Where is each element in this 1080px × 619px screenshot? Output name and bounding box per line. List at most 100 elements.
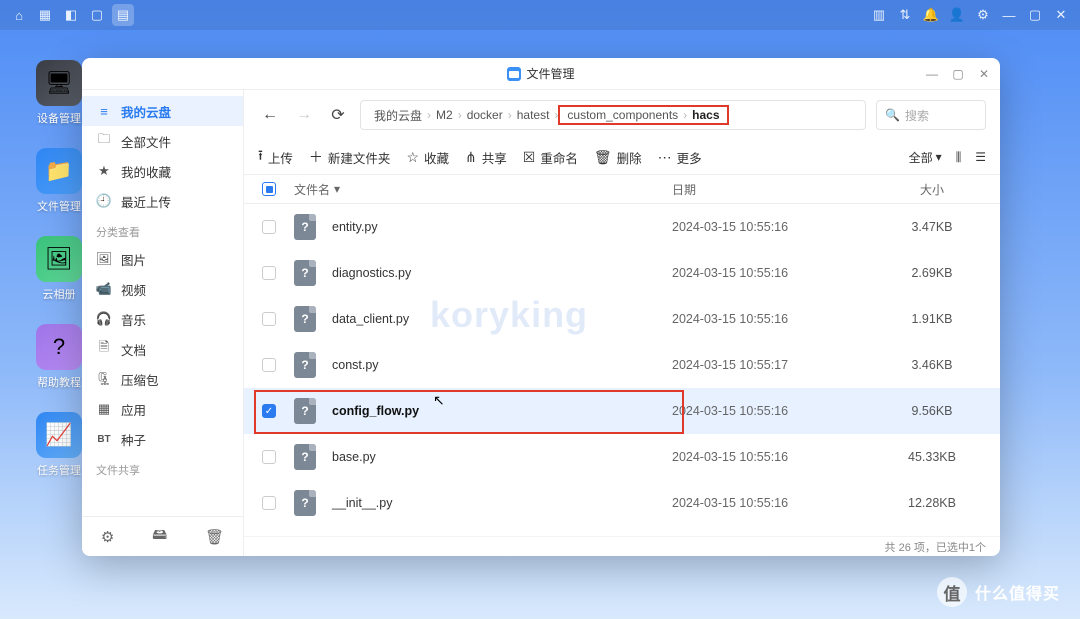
- sidebar-icon: 🕘: [96, 193, 112, 209]
- file-icon: ?: [294, 352, 326, 378]
- search-icon: 🔍: [885, 108, 900, 122]
- desktop-icon-文件管理[interactable]: 📁文件管理: [34, 148, 84, 214]
- row-checkbox[interactable]: [262, 312, 276, 326]
- tb-grid-icon[interactable]: ▥: [868, 4, 890, 26]
- win-minimize-icon[interactable]: —: [924, 66, 940, 82]
- sort-icon[interactable]: ⫼: [956, 150, 962, 165]
- file-row[interactable]: ? base.py 2024-03-15 10:55:16 45.33KB: [244, 434, 1000, 480]
- file-name: entity.py: [326, 220, 672, 234]
- file-size: 12.28KB: [882, 496, 982, 510]
- more-button[interactable]: ⋯更多: [658, 145, 702, 169]
- rename-button[interactable]: ☒重命名: [523, 145, 578, 169]
- tb-close-icon[interactable]: ✕: [1050, 4, 1072, 26]
- file-name: __init__.py: [326, 496, 672, 510]
- row-checkbox[interactable]: [262, 220, 276, 234]
- search-input[interactable]: 🔍 搜索: [876, 100, 986, 130]
- tb-minimize-icon[interactable]: —: [998, 4, 1020, 26]
- tb-settings-icon[interactable]: ⚙: [972, 4, 994, 26]
- filter-dropdown[interactable]: 全部▾: [909, 149, 942, 166]
- sidebar-cat-图片[interactable]: 🖼图片: [82, 244, 243, 274]
- row-checkbox[interactable]: ✓: [262, 404, 276, 418]
- sidebar-item-全部文件[interactable]: 🗀全部文件: [82, 126, 243, 156]
- sort-indicator-icon: ▾: [334, 182, 340, 196]
- sidebar: ≡我的云盘🗀全部文件★我的收藏🕘最近上传分类查看🖼图片📹视频🎧音乐🗎文档🗜压缩包…: [82, 90, 244, 556]
- sidebar-cat-压缩包[interactable]: 🗜压缩包: [82, 364, 243, 394]
- win-maximize-icon[interactable]: ▢: [950, 66, 966, 82]
- nav-forward-icon[interactable]: →: [292, 103, 316, 127]
- file-name: const.py: [326, 358, 672, 372]
- tb-home-icon[interactable]: ⌂: [8, 4, 30, 26]
- tb-app1-icon[interactable]: ◧: [60, 4, 82, 26]
- delete-button[interactable]: 🗑删除: [594, 145, 642, 169]
- window-title: 文件管理: [526, 65, 574, 82]
- tb-bell-icon[interactable]: 🔔: [920, 4, 942, 26]
- file-row[interactable]: ? const.py 2024-03-15 10:55:17 3.46KB: [244, 342, 1000, 388]
- row-checkbox[interactable]: [262, 496, 276, 510]
- chevron-right-icon: ›: [456, 108, 464, 122]
- file-row[interactable]: ? entity.py 2024-03-15 10:55:16 3.47KB: [244, 204, 1000, 250]
- sidebar-cat-音乐[interactable]: 🎧音乐: [82, 304, 243, 334]
- file-icon: ?: [294, 214, 326, 240]
- select-all-checkbox[interactable]: [262, 182, 276, 196]
- table-header: 文件名▾ 日期 大小: [244, 174, 1000, 204]
- sidebar-item-最近上传[interactable]: 🕘最近上传: [82, 186, 243, 216]
- column-name[interactable]: 文件名▾: [294, 181, 672, 198]
- file-icon: ?: [294, 444, 326, 470]
- row-checkbox[interactable]: [262, 266, 276, 280]
- trash-icon[interactable]: 🗑: [205, 528, 224, 546]
- chevron-right-icon: ›: [681, 108, 689, 122]
- sidebar-cat-种子[interactable]: BT种子: [82, 424, 243, 454]
- tb-filemanager-icon[interactable]: ▤: [112, 4, 134, 26]
- file-date: 2024-03-15 10:55:16: [672, 312, 882, 326]
- main-panel: ← → ⟳ 我的云盘›M2›docker›hatest›custom_compo…: [244, 90, 1000, 556]
- sidebar-item-我的收藏[interactable]: ★我的收藏: [82, 156, 243, 186]
- tb-apps-icon[interactable]: ▦: [34, 4, 56, 26]
- file-row[interactable]: ? data_client.py 2024-03-15 10:55:16 1.9…: [244, 296, 1000, 342]
- upload-button[interactable]: ⭱上传: [258, 145, 293, 169]
- tb-app2-icon[interactable]: ▢: [86, 4, 108, 26]
- desktop-icon-设备管理[interactable]: 🖥设备管理: [34, 60, 84, 126]
- row-checkbox[interactable]: [262, 450, 276, 464]
- settings-icon[interactable]: ⚙: [101, 528, 114, 546]
- breadcrumb-part[interactable]: hacs: [689, 108, 722, 122]
- file-date: 2024-03-15 10:55:16: [672, 220, 882, 234]
- file-row[interactable]: ✓ ? config_flow.py 2024-03-15 10:55:16 9…: [244, 388, 1000, 434]
- sidebar-item-我的云盘[interactable]: ≡我的云盘: [82, 96, 243, 126]
- favorite-button[interactable]: ☆收藏: [406, 145, 449, 169]
- new-folder-button[interactable]: ＋新建文件夹: [309, 145, 391, 169]
- file-date: 2024-03-15 10:55:16: [672, 496, 882, 510]
- sidebar-bottom-actions: ⚙ 🖴 🗑: [82, 516, 243, 556]
- star-icon: ☆: [406, 149, 419, 166]
- column-size[interactable]: 大小: [882, 181, 982, 198]
- row-checkbox[interactable]: [262, 358, 276, 372]
- file-manager-window: 文件管理 — ▢ ✕ ≡我的云盘🗀全部文件★我的收藏🕘最近上传分类查看🖼图片📹视…: [82, 58, 1000, 556]
- sidebar-cat-文档[interactable]: 🗎文档: [82, 334, 243, 364]
- desktop-icon-帮助教程[interactable]: ?帮助教程: [34, 324, 84, 390]
- breadcrumb-part[interactable]: custom_components: [564, 108, 681, 122]
- storage-icon[interactable]: 🖴: [152, 524, 167, 549]
- nav-refresh-icon[interactable]: ⟳: [326, 103, 350, 127]
- file-row[interactable]: ? diagnostics.py 2024-03-15 10:55:16 2.6…: [244, 250, 1000, 296]
- breadcrumb-part[interactable]: 我的云盘: [371, 107, 425, 124]
- tb-user-icon[interactable]: 👤: [946, 4, 968, 26]
- file-name: diagnostics.py: [326, 266, 672, 280]
- breadcrumb-part[interactable]: M2: [433, 108, 456, 122]
- nav-back-icon[interactable]: ←: [258, 103, 282, 127]
- sidebar-cat-应用[interactable]: ▦应用: [82, 394, 243, 424]
- column-date[interactable]: 日期: [672, 181, 882, 198]
- breadcrumb-part[interactable]: hatest: [514, 108, 553, 122]
- sidebar-cat-视频[interactable]: 📹视频: [82, 274, 243, 304]
- breadcrumb: 我的云盘›M2›docker›hatest›custom_components›…: [360, 100, 866, 130]
- sidebar-icon: 🗀: [96, 130, 112, 152]
- file-name: data_client.py: [326, 312, 672, 326]
- file-row[interactable]: ? __init__.py 2024-03-15 10:55:16 12.28K…: [244, 480, 1000, 526]
- view-list-icon[interactable]: ☰: [975, 150, 986, 164]
- tb-maximize-icon[interactable]: ▢: [1024, 4, 1046, 26]
- dots-icon: ⋯: [658, 149, 672, 166]
- desktop-icon-云相册[interactable]: 🖼云相册: [34, 236, 84, 302]
- desktop-icon-任务管理[interactable]: 📈任务管理: [34, 412, 84, 478]
- win-close-icon[interactable]: ✕: [976, 66, 992, 82]
- share-button[interactable]: ⋔共享: [465, 145, 507, 169]
- tb-transfer-icon[interactable]: ⇅: [894, 4, 916, 26]
- breadcrumb-part[interactable]: docker: [464, 108, 506, 122]
